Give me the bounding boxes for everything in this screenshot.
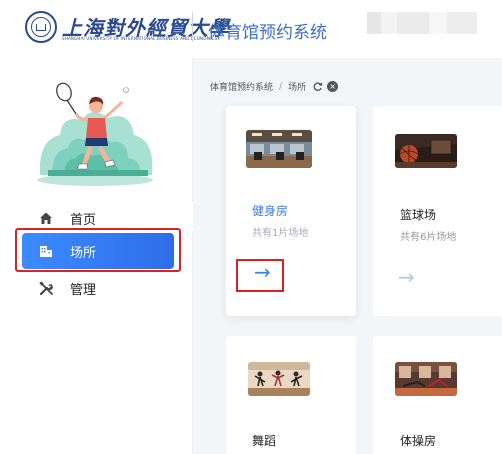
close-icon[interactable]: × — [327, 81, 339, 92]
badminton-player-illustration — [37, 82, 153, 186]
app-root: 上海對外經貿大學 SHANGHAI UNIVERSITY OF INTERNAT… — [0, 0, 502, 454]
sidebar-item-label: 首页 — [70, 212, 97, 228]
university-seal-icon — [25, 11, 57, 43]
venue-name[interactable]: 健身房 — [252, 202, 288, 219]
venue-card-gymnastics[interactable]: 体操房 — [373, 336, 502, 454]
system-title: 体育馆预约系统 — [208, 23, 327, 43]
breadcrumb-item-home[interactable]: 体育馆预约系统 — [210, 80, 273, 93]
venue-name[interactable]: 体操房 — [400, 432, 436, 449]
venue-count: 共有6片场地 — [400, 232, 457, 243]
breadcrumb-item-current: 场所 — [288, 83, 307, 93]
sidebar-item-manage[interactable]: 管理 — [22, 270, 174, 306]
venue-name[interactable]: 舞蹈 — [252, 432, 276, 449]
sidebar-item-home[interactable]: 首页 — [22, 200, 174, 236]
sidebar-item-label: 场所 — [70, 245, 97, 261]
tools-icon — [38, 280, 54, 296]
sidebar-item-venue[interactable]: 场所 — [22, 233, 174, 269]
venue-image-gym — [246, 130, 312, 168]
venue-card-dance[interactable]: 舞蹈 — [226, 336, 356, 454]
arrow-right-icon[interactable]: → — [398, 267, 415, 287]
building-icon — [38, 243, 54, 259]
home-icon — [38, 210, 54, 226]
breadcrumb-separator: / — [279, 81, 283, 92]
header-divider — [192, 12, 193, 42]
user-info-blurred[interactable] — [367, 12, 477, 34]
venue-image-basketball — [395, 134, 457, 168]
top-header: 上海對外經貿大學 SHANGHAI UNIVERSITY OF INTERNAT… — [0, 0, 502, 58]
venue-card-basketball[interactable]: 篮球场 共有6片场地 → — [373, 106, 502, 316]
venue-image-dance — [248, 362, 310, 396]
sidebar: 首页 场所 管理 — [0, 58, 193, 454]
refresh-icon[interactable] — [312, 81, 323, 92]
arrow-right-icon[interactable]: → — [254, 262, 271, 282]
venue-count: 共有1片场地 — [252, 228, 309, 239]
university-subtitle: SHANGHAI UNIVERSITY OF INTERNATIONAL BUS… — [62, 36, 218, 41]
venue-name[interactable]: 篮球场 — [400, 206, 436, 223]
venue-card-gym[interactable]: 健身房 共有1片场地 → — [226, 106, 356, 316]
venue-image-gymnastics — [395, 362, 457, 396]
main-content: 体育馆预约系统 / 场所 × 健身房 共有1片场地 → 篮球场 共有6片场地 →… — [193, 58, 502, 454]
sidebar-item-label: 管理 — [70, 282, 97, 298]
breadcrumb: 体育馆预约系统 / 场所 × — [210, 80, 339, 93]
